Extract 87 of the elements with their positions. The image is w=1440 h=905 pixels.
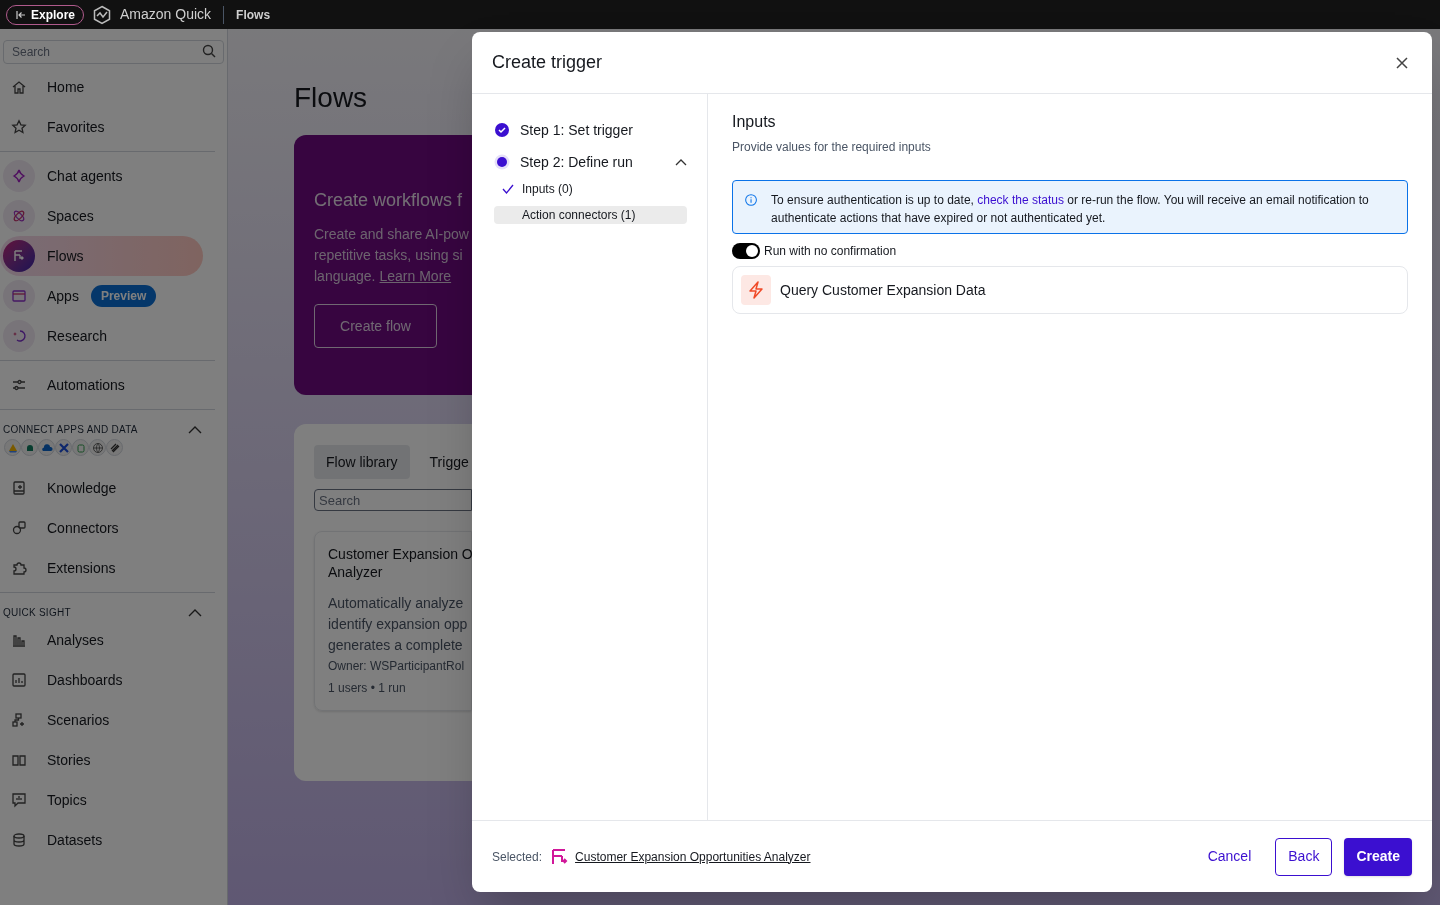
puzzle-icon <box>11 560 27 576</box>
selected-flow-link[interactable]: Customer Expansion Opportunities Analyzer <box>575 847 811 866</box>
card-description: generates a complete <box>328 636 464 655</box>
hero-title: Create workflows f <box>314 189 464 212</box>
hero-text: language. <box>314 267 376 286</box>
alert-message: To ensure authentication is up to date, check the status or re-run the flow. You will receive an email notification to authenticate actions that have expired or not authenticated yet. <box>771 192 1370 227</box>
sidebar-item[interactable]: Topics <box>0 780 203 820</box>
action-card[interactable]: Query Customer Expansion Data <box>732 266 1408 314</box>
sidebar-item[interactable]: Chat agents <box>0 156 203 196</box>
flow-card[interactable]: Customer Expansion O Analyzer Automatically analyze identify expansion opp generates a complete Owner: WSParticipantRol 1 users • 1 run <box>314 531 472 711</box>
close-icon <box>1395 55 1409 70</box>
globe-icon <box>91 441 104 454</box>
step-label[interactable]: Step 2: Define run <box>520 151 675 173</box>
sidebar-item[interactable]: Connectors <box>0 508 203 548</box>
toggle-label: Run with no confirmation <box>764 243 897 260</box>
sliders-icon <box>11 377 27 393</box>
close-button[interactable] <box>1394 54 1410 71</box>
cancel-button[interactable]: Cancel <box>1195 837 1264 876</box>
sidebar-item[interactable]: Automations <box>0 365 203 405</box>
flow-icon <box>549 846 570 867</box>
card-description: Automatically analyze <box>328 594 465 613</box>
search-field[interactable]: Search <box>314 489 472 511</box>
sidebar-item[interactable]: Scenarios <box>0 700 203 740</box>
sidebar-item[interactable]: Extensions <box>0 548 203 588</box>
sidebar-item[interactable]: Analyses <box>0 620 203 660</box>
lightning-icon <box>741 275 771 305</box>
step-label[interactable]: Step 1: Set trigger <box>520 119 687 141</box>
info-icon <box>745 191 758 209</box>
sidebar-item[interactable]: Flows <box>0 236 203 276</box>
plug-icon <box>11 520 27 536</box>
sub-step-item[interactable]: Inputs (0) <box>494 178 687 200</box>
app-name: Amazon Quick <box>120 5 212 24</box>
card-owner: Owner: WSParticipantRol <box>328 658 466 675</box>
back-button[interactable]: Back <box>1275 837 1333 876</box>
section-description: Provide values for the required inputs <box>732 139 932 156</box>
page-title: Flows <box>294 81 369 115</box>
sidebar-item[interactable]: Dashboards <box>0 660 203 700</box>
sidebar-item[interactable]: Home <box>0 67 203 107</box>
dashboard-icon <box>11 672 27 688</box>
section-heading: QUICK SIGHT <box>3 606 71 620</box>
star-icon <box>11 119 27 135</box>
window-icon <box>11 288 27 304</box>
hierarchy-icon <box>11 712 27 728</box>
check-status-link[interactable]: check the status <box>977 193 1064 207</box>
create-flow-button[interactable]: Create flow <box>314 304 437 348</box>
bar-chart-icon <box>11 632 27 648</box>
hero-text: repetitive tasks, using si <box>314 246 464 265</box>
section-heading: CONNECT APPS AND DATA <box>3 423 138 437</box>
sidebar-item[interactable]: Stories <box>0 740 203 780</box>
atom-icon <box>11 208 27 224</box>
layers-icon <box>108 441 121 454</box>
hero-text: Create and share AI-pow <box>314 225 470 244</box>
chat-chart-icon <box>11 792 27 808</box>
sidebar-item[interactable]: Favorites <box>0 107 203 147</box>
chevron-up-icon[interactable] <box>675 158 687 166</box>
sidebar-item[interactable]: Apps Preview <box>0 276 203 316</box>
learn-more-link[interactable]: Learn More <box>379 266 452 287</box>
search-icon <box>202 44 216 58</box>
sidebar-item[interactable]: Spaces <box>0 196 203 236</box>
selected-label: Selected: <box>492 848 543 866</box>
breadcrumb-link[interactable]: Flows <box>236 5 271 24</box>
sparkle-icon <box>11 168 27 184</box>
card-title: Customer Expansion O <box>328 545 471 563</box>
card-meta: 1 users • 1 run <box>328 680 407 697</box>
sub-step-item[interactable]: Action connectors (1) <box>494 206 687 224</box>
exit-icon <box>15 8 27 21</box>
toggle-switch[interactable] <box>732 243 760 259</box>
card-description: identify expansion opp <box>328 615 469 634</box>
hexagon-logo-icon <box>92 4 112 25</box>
sidebar-item[interactable]: Knowledge <box>0 468 203 508</box>
cross-icon <box>57 441 70 454</box>
sidebar-item[interactable]: Datasets <box>0 820 203 860</box>
open-book-icon <box>11 752 27 768</box>
action-title: Query Customer Expansion Data <box>780 280 986 300</box>
tab[interactable]: Trigge <box>417 445 472 479</box>
create-button[interactable]: Create <box>1344 837 1412 876</box>
cloud-icon <box>40 441 53 454</box>
research-icon <box>11 328 27 344</box>
card-title: Analyzer <box>328 563 384 581</box>
dialog-title: Create trigger <box>492 51 603 74</box>
sidebar-item[interactable]: Research <box>0 316 203 356</box>
database-icon <box>11 832 27 848</box>
preview-badge: Preview <box>90 285 157 307</box>
book-icon <box>11 480 27 496</box>
tab[interactable]: Flow library <box>314 445 410 479</box>
section-title: Inputs <box>732 112 777 132</box>
home-icon <box>11 79 27 95</box>
